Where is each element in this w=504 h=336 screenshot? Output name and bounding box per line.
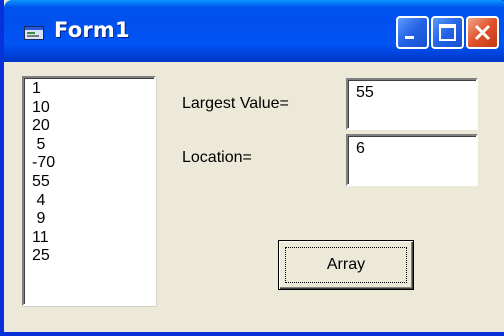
largest-value-field[interactable]: 55 xyxy=(346,78,478,130)
list-item[interactable]: 55 xyxy=(32,173,154,192)
location-field[interactable]: 6 xyxy=(346,134,478,186)
list-item[interactable]: 25 xyxy=(32,247,154,266)
window-title: Form1 xyxy=(54,18,130,42)
maximize-button[interactable] xyxy=(431,16,464,49)
title-bar[interactable]: Form1 xyxy=(4,0,504,62)
list-item[interactable]: -70 xyxy=(32,154,154,173)
largest-value-label: Largest Value= xyxy=(182,95,289,112)
list-item[interactable]: 4 xyxy=(32,192,154,211)
form-icon xyxy=(24,26,44,40)
list-item[interactable]: 9 xyxy=(32,210,154,229)
location-label: Location= xyxy=(182,149,252,166)
array-button[interactable]: Array xyxy=(278,240,414,290)
list-item[interactable]: 11 xyxy=(32,229,154,248)
minimize-button[interactable] xyxy=(396,16,429,49)
array-button-label: Array xyxy=(285,247,407,283)
list-item[interactable]: 5 xyxy=(32,136,154,155)
list-item[interactable]: 10 xyxy=(32,99,154,118)
form1-window: Form1 1 10 20 5 -70 55 4 9 11 25 Largest… xyxy=(0,0,504,336)
form-client-area: 1 10 20 5 -70 55 4 9 11 25 Largest Value… xyxy=(8,62,504,332)
close-button[interactable] xyxy=(466,16,499,49)
list-item[interactable]: 20 xyxy=(32,117,154,136)
list-item[interactable]: 1 xyxy=(32,80,154,99)
values-listbox[interactable]: 1 10 20 5 -70 55 4 9 11 25 xyxy=(22,76,156,306)
